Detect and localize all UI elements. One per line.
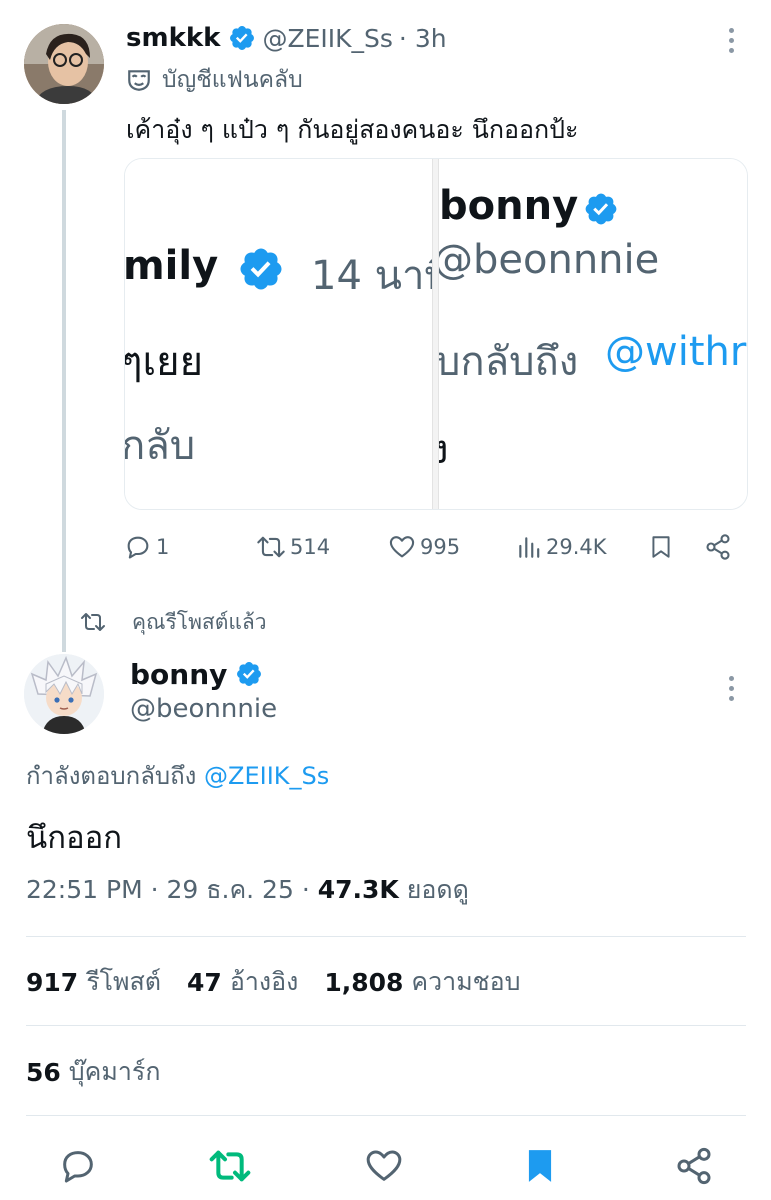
you-reposted-text: คุณรีโพสต์แล้ว — [132, 609, 267, 634]
tweet-timestamp[interactable]: 22:51 PM · 29 ธ.ค. 25 · — [26, 875, 318, 904]
share-icon — [706, 534, 730, 560]
left-verified-badge-icon — [240, 248, 282, 290]
parent-display-name[interactable]: smkkk — [126, 23, 220, 53]
right-name: bonny — [439, 183, 579, 229]
media-left-pane: mily 14 นาที ๆเยย กลับ — [125, 159, 432, 509]
fanclub-text: บัญชีแฟนคลับ — [162, 67, 303, 93]
repost-count: 514 — [290, 535, 331, 559]
bookmark-button[interactable] — [648, 526, 674, 568]
main-display-name[interactable]: bonny — [130, 658, 227, 691]
fanclub-label: บัญชีแฟนคลับ — [126, 62, 303, 98]
reposts-total-label[interactable]: รีโพสต์ — [86, 962, 161, 1002]
right-handle: @beonnnie — [439, 237, 660, 283]
reply-count: 1 — [156, 535, 170, 559]
bookmarks-total-label[interactable]: บุ๊คมาร์ก — [69, 1052, 161, 1092]
main-repost-icon-active — [209, 1150, 251, 1182]
main-bookmark-button[interactable] — [518, 1144, 562, 1188]
right-reply-prefix: บกลับถึง — [439, 339, 579, 385]
right-verified-badge-icon — [585, 193, 617, 225]
left-name-fragment: mily — [125, 243, 219, 289]
repost-button[interactable]: 514 — [256, 526, 330, 568]
main-reply-button[interactable] — [56, 1144, 100, 1188]
parent-avatar-image — [24, 24, 104, 104]
engagement-stats: 917 รีโพสต์ 47 อ้างอิง 1,808 ความชอบ — [26, 962, 547, 1002]
reply-button[interactable]: 1 — [124, 526, 169, 568]
main-share-button[interactable] — [672, 1144, 716, 1188]
tweet-views-label: ยอดดู — [406, 875, 469, 904]
divider-top — [26, 936, 746, 937]
like-button[interactable]: 995 — [388, 526, 460, 568]
left-line2: กลับ — [125, 423, 196, 469]
views-button[interactable]: 29.4K — [516, 526, 607, 568]
main-bookmark-icon-active — [528, 1150, 552, 1182]
main-verified-badge-icon — [237, 662, 262, 686]
main-share-icon — [677, 1147, 711, 1185]
replying-to-line: กำลังตอบกลับถึง @ZEIIK_Ss — [26, 756, 329, 795]
reply-icon — [127, 536, 149, 559]
bookmark-icon — [652, 536, 670, 558]
like-icon — [389, 536, 415, 558]
quotes-total[interactable]: 47 — [187, 968, 222, 997]
right-mention: @withr — [605, 329, 747, 375]
likes-total[interactable]: 1,808 — [324, 968, 403, 997]
parent-action-bar: 1 514 995 29.4K — [124, 526, 744, 568]
tweet-views-count: 47.3K — [317, 875, 399, 904]
parent-time[interactable]: · 3h — [399, 24, 447, 53]
left-line1: ๆเยย — [125, 339, 204, 385]
main-handle[interactable]: @beonnnie — [130, 694, 277, 724]
verified-badge-icon — [230, 26, 255, 50]
bookmarks-total[interactable]: 56 — [26, 1058, 61, 1087]
repost-small-icon — [81, 613, 105, 631]
replying-to-prefix: กำลังตอบกลับถึง — [26, 762, 197, 790]
left-time-fragment: 14 นาที — [311, 253, 432, 299]
divider-bottom — [26, 1115, 746, 1116]
you-reposted-label: คุณรีโพสต์แล้ว — [80, 604, 267, 640]
reposts-total[interactable]: 917 — [26, 968, 78, 997]
divider-middle — [26, 1025, 746, 1026]
main-avatar-image — [24, 654, 104, 734]
main-like-icon — [366, 1150, 402, 1181]
main-action-bar — [0, 1138, 771, 1194]
parent-avatar[interactable] — [24, 24, 104, 104]
likes-total-label[interactable]: ความชอบ — [411, 962, 520, 1002]
media-divider — [432, 159, 439, 509]
tweet-meta-line: 22:51 PM · 29 ธ.ค. 25 · 47.3K ยอดดู — [26, 870, 469, 910]
main-avatar[interactable] — [24, 654, 104, 734]
main-like-button[interactable] — [362, 1144, 406, 1188]
right-line2: ง — [439, 417, 449, 481]
replying-to-mention[interactable]: @ZEIIK_Ss — [204, 762, 329, 790]
thread-connector-line — [62, 110, 66, 652]
media-right-pane: bonny @beonnnie บกลับถึง @withr ง — [439, 159, 747, 509]
fanclub-mask-icon — [128, 70, 150, 91]
parent-author-row: smkkk @ZEIIK_Ss · 3h — [126, 18, 447, 58]
main-tweet-text: นึกออก — [26, 820, 122, 856]
main-author-row: bonny — [130, 654, 263, 694]
quotes-total-label[interactable]: อ้างอิง — [230, 962, 298, 1002]
views-icon — [519, 537, 540, 558]
share-button[interactable] — [704, 526, 732, 568]
main-more-dots-icon[interactable] — [726, 676, 736, 701]
repost-icon — [257, 536, 285, 558]
quoted-screenshot-media[interactable]: mily 14 นาที ๆเยย กลับ bonny @beonnnie บ… — [124, 158, 748, 510]
main-repost-button[interactable] — [208, 1144, 252, 1188]
parent-tweet-text: เค้าอุ๋ง ๆ แป๋ว ๆ กันอยู่สองคนอะ นึกออกป… — [126, 115, 579, 144]
parent-handle[interactable]: @ZEIIK_Ss — [262, 24, 392, 53]
main-reply-icon — [63, 1151, 93, 1183]
bookmarks-stat: 56 บุ๊คมาร์ก — [26, 1052, 160, 1092]
parent-more-dots-icon[interactable] — [726, 28, 736, 53]
views-count: 29.4K — [546, 535, 607, 559]
like-count: 995 — [420, 535, 461, 559]
